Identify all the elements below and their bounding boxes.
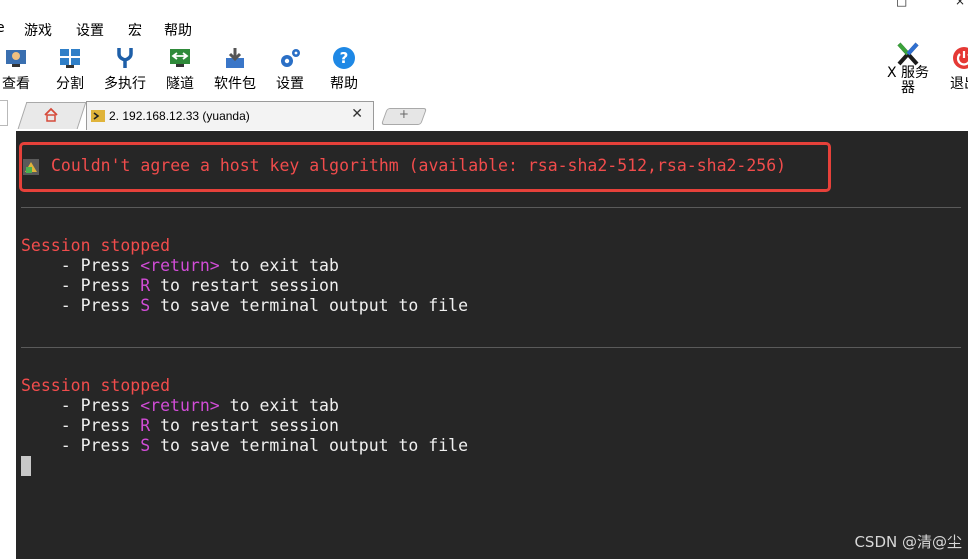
menu-item-games[interactable]: 游戏 bbox=[24, 20, 52, 40]
multi-exec-button[interactable]: 多执行 bbox=[100, 42, 150, 98]
tab-bar-left-edge bbox=[0, 100, 8, 126]
terminal-tab-icon bbox=[91, 110, 105, 122]
package-download-icon bbox=[226, 48, 244, 68]
multi-exec-label: 多执行 bbox=[104, 76, 146, 92]
help-label: 帮助 bbox=[330, 76, 358, 92]
menu-item-help[interactable]: 帮助 bbox=[164, 20, 192, 40]
tab-bar: 2. 192.168.12.33 (yuanda) ✕ + bbox=[0, 98, 968, 131]
menu-item-partial[interactable]: e bbox=[0, 20, 5, 36]
svg-text:?: ? bbox=[340, 49, 349, 67]
exit-button[interactable]: 退出 bbox=[946, 42, 968, 98]
tab-close-icon[interactable]: ✕ bbox=[351, 106, 363, 122]
close-window-button[interactable]: × bbox=[955, 0, 965, 8]
menu-bar: e 游戏 设置 宏 帮助 bbox=[0, 16, 968, 42]
tunnel-icon bbox=[170, 49, 190, 67]
title-bar: □ × bbox=[0, 0, 968, 16]
instruction-save-1: - Press S to save terminal output to fil… bbox=[21, 296, 469, 315]
terminal-area[interactable]: Couldn't agree a host key algorithm (ava… bbox=[16, 131, 968, 559]
sidebar-pane bbox=[0, 131, 17, 559]
gear-icon bbox=[281, 49, 300, 67]
tunnel-button[interactable]: 隧道 bbox=[162, 42, 198, 98]
power-icon bbox=[953, 47, 968, 69]
settings-button[interactable]: 设置 bbox=[272, 42, 308, 98]
tunnel-label: 隧道 bbox=[166, 76, 194, 92]
error-highlight-box bbox=[19, 142, 831, 192]
fork-icon bbox=[117, 48, 133, 68]
new-tab-button[interactable]: + bbox=[380, 107, 428, 125]
view-label: 查看 bbox=[2, 76, 30, 92]
menu-item-settings[interactable]: 设置 bbox=[76, 20, 104, 40]
split-button[interactable]: 分割 bbox=[52, 42, 88, 98]
session-stopped-2: Session stopped bbox=[21, 376, 171, 395]
plus-icon: + bbox=[398, 107, 409, 121]
terminal-cursor bbox=[21, 456, 31, 476]
menu-item-macro[interactable]: 宏 bbox=[128, 20, 142, 40]
help-icon: ? bbox=[333, 47, 355, 69]
key-s: S bbox=[140, 436, 151, 455]
instruction-exit-2: - Press <return> to exit tab bbox=[21, 396, 339, 415]
packages-label: 软件包 bbox=[214, 76, 256, 92]
session-stopped-1: Session stopped bbox=[21, 236, 171, 255]
key-return: <return> bbox=[140, 396, 220, 415]
user-view-icon bbox=[6, 50, 26, 67]
key-return: <return> bbox=[140, 256, 220, 275]
view-button[interactable]: 查看 bbox=[0, 42, 32, 98]
split-label: 分割 bbox=[56, 76, 84, 92]
instruction-restart-1: - Press R to restart session bbox=[21, 276, 339, 295]
tab-session-active[interactable]: 2. 192.168.12.33 (yuanda) ✕ bbox=[86, 101, 374, 130]
packages-button[interactable]: 软件包 bbox=[210, 42, 260, 98]
session-divider bbox=[21, 347, 961, 348]
instruction-restart-2: - Press R to restart session bbox=[21, 416, 339, 435]
toolbar: 查看 分割 多执行 隧道 软件包 设置 ? 帮助 X 服务器 退 bbox=[0, 42, 968, 98]
exit-label: 退出 bbox=[950, 76, 968, 92]
instruction-exit-1: - Press <return> to exit tab bbox=[21, 256, 339, 275]
xserver-icon bbox=[897, 42, 919, 66]
watermark: CSDN @清@尘 bbox=[854, 533, 962, 551]
key-r: R bbox=[140, 416, 151, 435]
xserver-label: X 服务器 bbox=[886, 65, 930, 96]
settings-label: 设置 bbox=[276, 76, 304, 92]
key-r: R bbox=[140, 276, 151, 295]
maximize-button[interactable]: □ bbox=[896, 0, 907, 8]
session-divider bbox=[21, 207, 961, 208]
split-icon bbox=[60, 49, 80, 68]
home-icon[interactable] bbox=[43, 107, 59, 123]
instruction-save-2: - Press S to save terminal output to fil… bbox=[21, 436, 469, 455]
key-s: S bbox=[140, 296, 151, 315]
tab-session-label: 2. 192.168.12.33 (yuanda) bbox=[109, 109, 250, 123]
help-button[interactable]: ? 帮助 bbox=[326, 42, 362, 98]
xserver-button[interactable]: X 服务器 bbox=[884, 42, 932, 98]
